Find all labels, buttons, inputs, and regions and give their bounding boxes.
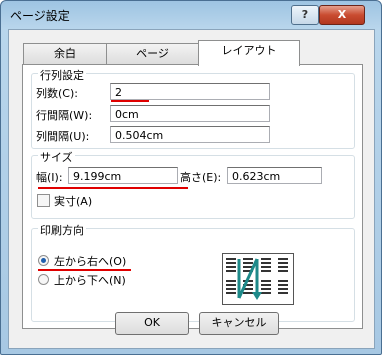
print-direction-group: 印刷方向 左から右へ(O) 上から下へ(N) (31, 222, 355, 322)
row-column-group-title: 行列設定 (38, 67, 86, 83)
layout-panel: 行列設定 列数(C): 2 行間隔(W): 0cm 列間隔(U): 0.504c… (22, 64, 363, 329)
tab-page[interactable]: ページ (106, 43, 199, 65)
tab-margins[interactable]: 余白 (23, 43, 107, 65)
page-setup-dialog: ページ設定 ? X 余白 ページ レイアウト 行列設定 列数(C): 2 行間隔… (0, 0, 382, 355)
print-order-preview (222, 253, 294, 305)
help-button[interactable]: ? (291, 5, 319, 25)
size-group: サイズ 幅(I): 9.199cm 高さ(E): 0.623cm 実寸(A) (31, 149, 355, 219)
width-label: 幅(I): (36, 171, 63, 184)
close-button[interactable]: X (319, 5, 365, 25)
tab-layout[interactable]: レイアウト (198, 40, 300, 66)
left-to-right-radio[interactable] (38, 255, 49, 266)
columns-label: 列数(C): (36, 87, 78, 100)
columns-input[interactable]: 2 (110, 83, 270, 100)
window-title: ページ設定 (10, 9, 70, 23)
actual-size-checkbox[interactable] (37, 194, 50, 207)
red-annotation-underline (111, 100, 149, 102)
width-input[interactable]: 9.199cm (68, 167, 178, 184)
line-spacing-label: 行間隔(W): (36, 109, 93, 122)
cancel-button[interactable]: キャンセル (199, 312, 279, 335)
column-spacing-label: 列間隔(U): (36, 130, 90, 143)
height-input[interactable]: 0.623cm (227, 167, 322, 184)
red-annotation-underline (38, 269, 131, 271)
top-to-bottom-radio[interactable] (38, 274, 49, 285)
row-column-group: 行列設定 列数(C): 2 行間隔(W): 0cm 列間隔(U): 0.504c… (31, 67, 355, 149)
red-annotation-underline (38, 187, 188, 189)
print-direction-group-title: 印刷方向 (38, 222, 86, 238)
dialog-body: 余白 ページ レイアウト 行列設定 列数(C): 2 行間隔(W): 0cm 列… (8, 29, 375, 349)
height-label: 高さ(E): (180, 171, 222, 184)
left-to-right-label[interactable]: 左から右へ(O) (54, 253, 126, 269)
column-spacing-input[interactable]: 0.504cm (110, 126, 270, 143)
print-order-diagram-icon (226, 258, 288, 300)
line-spacing-input[interactable]: 0cm (110, 105, 270, 122)
top-to-bottom-label[interactable]: 上から下へ(N) (54, 272, 126, 288)
actual-size-label[interactable]: 実寸(A) (54, 193, 92, 209)
title-bar[interactable]: ページ設定 ? X (1, 1, 381, 29)
size-group-title: サイズ (38, 149, 75, 165)
ok-button[interactable]: OK (115, 312, 189, 335)
